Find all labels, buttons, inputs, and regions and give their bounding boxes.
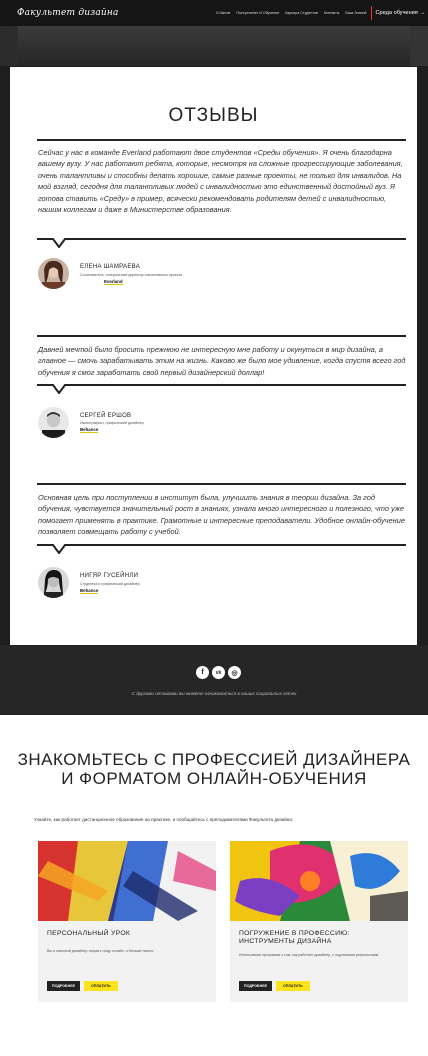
quote-bubble-tail bbox=[37, 384, 406, 394]
reviewer-link-behance[interactable]: Behance bbox=[80, 427, 99, 433]
course-description: Вы и опытный дизайнер лицом к лицу онлай… bbox=[47, 949, 154, 953]
hero-image bbox=[18, 26, 410, 66]
reviews-title: ОТЗЫВЫ bbox=[168, 105, 259, 126]
vk-icon[interactable]: vk bbox=[212, 666, 225, 679]
pay-button[interactable]: ОПЛАТИТЬ bbox=[84, 981, 118, 991]
courses-intro: Узнайте, как работает дистанционное обра… bbox=[34, 817, 294, 822]
quote-bubble-tail bbox=[37, 238, 406, 248]
courses-title: ЗНАКОМЬТЕСЬ С ПРОФЕССИЕЙ ДИЗАЙНЕРА И ФОР… bbox=[17, 750, 411, 788]
review-top-rule bbox=[37, 139, 406, 141]
quote-bubble-tail bbox=[37, 544, 406, 554]
review-text: Основная цель при поступлении в институт… bbox=[38, 493, 405, 537]
review-text: Сейчас у нас в команде Everland работают… bbox=[38, 148, 403, 215]
nav-link-admission[interactable]: Поступление И Обучение bbox=[236, 11, 279, 15]
course-title: ПОГРУЖЕНИЕ В ПРОФЕССИЮ: ИНСТРУМЕНТЫ ДИЗА… bbox=[239, 930, 350, 945]
avatar bbox=[38, 258, 69, 289]
course-card-immersion[interactable]: ПОГРУЖЕНИЕ В ПРОФЕССИЮ: ИНСТРУМЕНТЫ ДИЗА… bbox=[230, 841, 408, 1002]
pay-button[interactable]: ОПЛАТИТЬ bbox=[276, 981, 310, 991]
social-icons: f vk ◎ bbox=[196, 666, 241, 679]
review-top-rule bbox=[37, 335, 406, 337]
reviews-section: ОТЗЫВЫ Сейчас у нас в команде Everland р… bbox=[10, 67, 417, 645]
instagram-icon[interactable]: ◎ bbox=[228, 666, 241, 679]
course-buttons: ПОДРОБНЕЕ ОПЛАТИТЬ bbox=[239, 981, 310, 991]
reviewer-role: Иконографист, графический дизайнер bbox=[80, 421, 144, 425]
reviewer-role: Студентка и графический дизайнер bbox=[80, 582, 140, 586]
social-caption: С другими отзывами вы можете ознакомитьс… bbox=[131, 691, 297, 696]
nav-link-contacts[interactable]: Контакты bbox=[324, 11, 340, 15]
reviewer-name: НИГЯР ГУСЕЙНЛИ bbox=[80, 573, 139, 579]
social-section: f vk ◎ С другими отзывами вы можете озна… bbox=[0, 645, 428, 715]
learning-environment-button[interactable]: Среда обучения → bbox=[370, 6, 428, 20]
reviewer-link-behance[interactable]: Behance bbox=[80, 588, 99, 594]
nav-link-career[interactable]: Карьера Студентов bbox=[285, 11, 318, 15]
nav-link-knowledge-base[interactable]: База Знаний bbox=[345, 11, 366, 15]
course-image bbox=[38, 841, 216, 921]
facebook-icon[interactable]: f bbox=[196, 666, 209, 679]
nav-links: О Школе Поступление И Обучение Карьера С… bbox=[216, 11, 367, 15]
reviewer-link-everland[interactable]: Everland bbox=[104, 279, 123, 285]
hero-background bbox=[0, 26, 428, 66]
course-description: Интенсивная программа о том, как работае… bbox=[239, 953, 379, 957]
review-top-rule bbox=[37, 483, 406, 485]
reviewer-name: ЕЛЕНА ШАМРАЕВА bbox=[80, 264, 141, 270]
course-buttons: ПОДРОБНЕЕ ОПЛАТИТЬ bbox=[47, 981, 118, 991]
course-image bbox=[230, 841, 408, 921]
reviewer-name: СЕРГЕЙ ЕРШОВ bbox=[80, 413, 132, 419]
top-navigation: Факультет дизайна О Школе Поступление И … bbox=[0, 0, 428, 26]
site-logo[interactable]: Факультет дизайна bbox=[17, 8, 119, 18]
avatar bbox=[38, 407, 69, 438]
avatar bbox=[38, 567, 69, 598]
course-title: ПЕРСОНАЛЬНЫЙ УРОК bbox=[47, 930, 131, 937]
courses-section: ЗНАКОМЬТЕСЬ С ПРОФЕССИЕЙ ДИЗАЙНЕРА И ФОР… bbox=[0, 715, 428, 1056]
review-text: Давней мечтой было бросить прежнюю не ин… bbox=[38, 345, 406, 377]
reviewer-role: Сооснователь, генеральный директор инклю… bbox=[80, 273, 183, 277]
more-button[interactable]: ПОДРОБНЕЕ bbox=[47, 981, 81, 991]
course-card-personal-lesson[interactable]: ПЕРСОНАЛЬНЫЙ УРОК Вы и опытный дизайнер … bbox=[38, 841, 216, 1002]
more-button[interactable]: ПОДРОБНЕЕ bbox=[239, 981, 273, 991]
nav-link-about[interactable]: О Школе bbox=[216, 11, 231, 15]
